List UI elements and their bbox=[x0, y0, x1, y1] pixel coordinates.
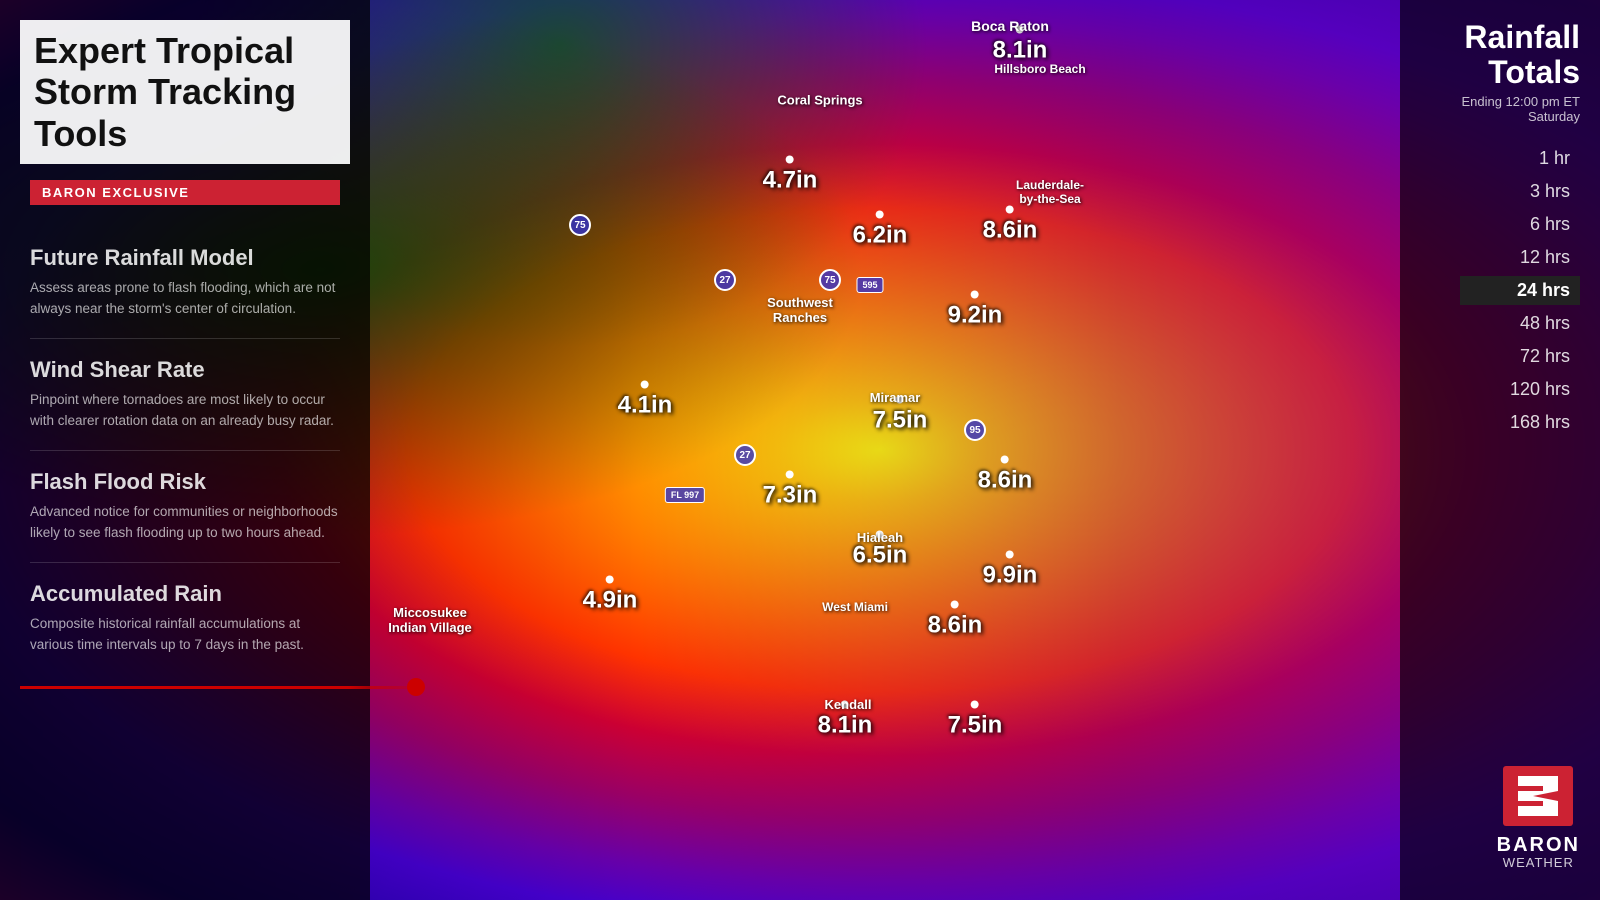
city-label-boca-raton: Boca Raton bbox=[971, 18, 1049, 34]
rainfall-subtitle: Ending 12:00 pm ET Saturday bbox=[1420, 94, 1580, 124]
road-marker-2: 27 bbox=[714, 269, 736, 291]
city-label-kendall: Kendall bbox=[825, 697, 872, 712]
feature-flash-flood: Flash Flood Risk Advanced notice for com… bbox=[30, 451, 340, 563]
city-label-west-miami: West Miami bbox=[822, 600, 888, 614]
rain-label-5: 4.1in bbox=[618, 381, 673, 420]
time-option-1hr[interactable]: 1 hr bbox=[1460, 144, 1580, 173]
feature-title-2: Wind Shear Rate bbox=[30, 357, 340, 383]
time-options-list: 1 hr 3 hrs 6 hrs 12 hrs 24 hrs 48 hrs 72 hrs 12… bbox=[1420, 144, 1580, 437]
city-label-miramar: Miramar bbox=[870, 390, 921, 405]
road-marker-1: 75 bbox=[819, 269, 841, 291]
baron-badge: BARON EXCLUSIVE bbox=[30, 180, 340, 205]
time-option-12hrs[interactable]: 12 hrs bbox=[1460, 243, 1580, 272]
feature-future-rainfall: Future Rainfall Model Assess areas prone… bbox=[30, 227, 340, 339]
baron-logo: BARON WEATHER bbox=[1497, 766, 1580, 870]
road-marker-0: 75 bbox=[569, 214, 591, 236]
main-title: Expert Tropical Storm Tracking Tools bbox=[20, 20, 350, 164]
rain-label-2: 6.2in bbox=[853, 211, 908, 250]
rain-label-4: 9.2in bbox=[948, 291, 1003, 330]
rain-label-11: 4.9in bbox=[583, 576, 638, 615]
rain-label-8: 8.6in bbox=[978, 456, 1033, 495]
road-marker-6: 95 bbox=[964, 419, 986, 441]
rain-label-7: 7.3in bbox=[763, 471, 818, 510]
city-label-lauderdale: Lauderdale-by-the-Sea bbox=[1016, 178, 1084, 206]
feature-accumulated-rain: Accumulated Rain Composite historical ra… bbox=[30, 563, 340, 707]
city-label-0: Coral Springs bbox=[777, 93, 862, 108]
city-label-1: Southwest Ranches bbox=[767, 295, 833, 325]
feature-title-4: Accumulated Rain bbox=[30, 581, 340, 607]
time-option-6hrs[interactable]: 6 hrs bbox=[1460, 210, 1580, 239]
time-option-120hrs[interactable]: 120 hrs bbox=[1460, 375, 1580, 404]
feature-desc-1: Assess areas prone to flash flooding, wh… bbox=[30, 278, 340, 320]
rain-label-12: 8.6in bbox=[928, 601, 983, 640]
road-marker-5: FL 997 bbox=[665, 487, 705, 503]
rain-label-1: 4.7in bbox=[763, 156, 818, 195]
baron-logo-icon bbox=[1503, 766, 1573, 826]
baron-logo-sub: WEATHER bbox=[1497, 855, 1580, 870]
rain-label-3: 8.6in bbox=[983, 206, 1038, 245]
road-marker-4: 27 bbox=[734, 444, 756, 466]
time-option-72hrs[interactable]: 72 hrs bbox=[1460, 342, 1580, 371]
feature-title-1: Future Rainfall Model bbox=[30, 245, 340, 271]
feature-desc-2: Pinpoint where tornadoes are most likely… bbox=[30, 390, 340, 432]
right-panel: Rainfall Totals Ending 12:00 pm ET Satur… bbox=[1400, 0, 1600, 900]
feature-desc-4: Composite historical rainfall accumulati… bbox=[30, 614, 340, 656]
feature-desc-3: Advanced notice for communities or neigh… bbox=[30, 502, 340, 544]
rainfall-title: Rainfall Totals bbox=[1420, 20, 1580, 90]
baron-logo-name: BARON bbox=[1497, 835, 1580, 855]
city-label-2: Miccosukee Indian Village bbox=[388, 605, 472, 635]
feature-title-3: Flash Flood Risk bbox=[30, 469, 340, 495]
rain-label-10: 9.9in bbox=[983, 551, 1038, 590]
time-option-24hrs[interactable]: 24 hrs bbox=[1460, 276, 1580, 305]
time-option-3hrs[interactable]: 3 hrs bbox=[1460, 177, 1580, 206]
city-label-hillsboro: Hillsboro Beach bbox=[994, 62, 1085, 76]
left-panel: Expert Tropical Storm Tracking Tools BAR… bbox=[0, 0, 370, 900]
feature-wind-shear: Wind Shear Rate Pinpoint where tornadoes… bbox=[30, 339, 340, 451]
time-option-168hrs[interactable]: 168 hrs bbox=[1460, 408, 1580, 437]
rain-label-14: 7.5in bbox=[948, 701, 1003, 740]
city-label-hialeah: Hialeah bbox=[857, 530, 903, 545]
road-marker-3: 595 bbox=[856, 277, 883, 293]
time-option-48hrs[interactable]: 48 hrs bbox=[1460, 309, 1580, 338]
